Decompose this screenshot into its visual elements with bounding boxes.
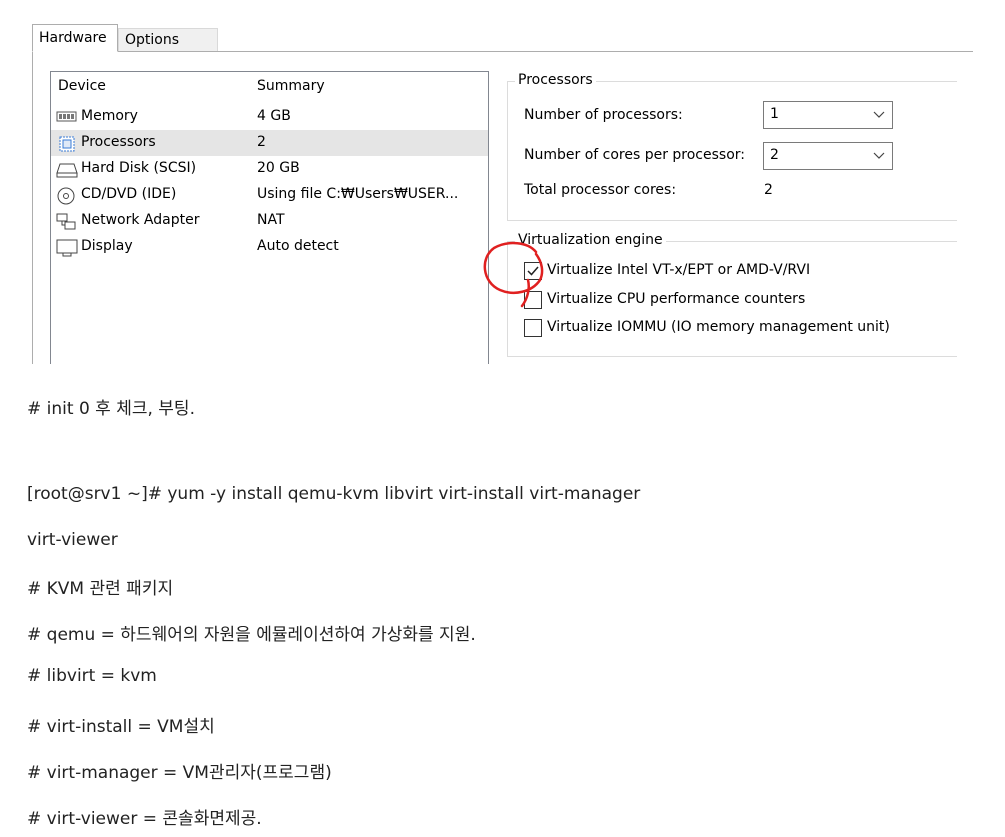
device-name: Memory [81, 108, 138, 124]
device-row-display[interactable]: Display Auto detect [51, 234, 488, 260]
device-name: Processors [81, 134, 156, 150]
device-row-network-adapter[interactable]: Network Adapter NAT [51, 208, 488, 234]
hard-disk-icon [56, 160, 78, 178]
blog-line: # virt-install = VM설치 [27, 717, 215, 737]
device-summary: 20 GB [257, 160, 300, 176]
device-name: Hard Disk (SCSI) [81, 160, 197, 176]
chevron-down-icon [872, 145, 886, 165]
memory-icon [56, 108, 77, 126]
num-processors-value: 1 [770, 106, 779, 122]
column-header-device[interactable]: Device [58, 78, 106, 94]
device-summary: Using file C:₩Users₩USER... [257, 186, 459, 202]
iommu-label[interactable]: Virtualize IOMMU (IO memory management u… [547, 319, 890, 335]
device-list[interactable]: Device Summary Memory 4 GB Processors 2 … [50, 71, 489, 364]
total-cores-value: 2 [764, 182, 773, 198]
device-summary: NAT [257, 212, 285, 228]
device-name: CD/DVD (IDE) [81, 186, 177, 202]
cores-per-processor-label: Number of cores per processor: [524, 147, 745, 163]
cores-per-processor-value: 2 [770, 147, 779, 163]
chevron-down-icon [872, 104, 886, 124]
device-row-hard-disk[interactable]: Hard Disk (SCSI) 20 GB [51, 156, 488, 182]
num-processors-select[interactable]: 1 [763, 101, 893, 129]
blog-line: # virt-manager = VM관리자(프로그램) [27, 763, 332, 783]
tab-options[interactable]: Options [118, 28, 218, 52]
device-summary: Auto detect [257, 238, 339, 254]
device-list-header: Device Summary [51, 78, 488, 98]
iommu-checkbox[interactable] [524, 319, 542, 337]
device-row-processors[interactable]: Processors 2 [51, 130, 488, 156]
cpu-counters-label[interactable]: Virtualize CPU performance counters [547, 291, 805, 307]
blog-line: # qemu = 하드웨어의 자원을 에뮬레이션하여 가상화를 지원. [27, 625, 476, 645]
red-circle-annotation [483, 241, 544, 308]
blog-line: # virt-viewer = 콘솔화면제공. [27, 809, 262, 829]
device-row-memory[interactable]: Memory 4 GB [51, 104, 488, 130]
device-summary: 4 GB [257, 108, 291, 124]
display-icon [56, 238, 78, 257]
blog-line: # libvirt = kvm [27, 666, 157, 686]
device-row-cd-dvd[interactable]: CD/DVD (IDE) Using file C:₩Users₩USER... [51, 182, 488, 208]
blog-line: virt-viewer [27, 530, 118, 550]
blog-line: # init 0 후 체크, 부팅. [27, 399, 195, 419]
tab-hardware[interactable]: Hardware [32, 24, 118, 52]
network-adapter-icon [56, 212, 76, 230]
column-header-summary[interactable]: Summary [257, 78, 325, 94]
processor-icon [56, 134, 76, 152]
num-processors-label: Number of processors: [524, 107, 683, 123]
device-name: Network Adapter [81, 212, 200, 228]
vtx-label[interactable]: Virtualize Intel VT-x/EPT or AMD-V/RVI [547, 262, 810, 278]
total-cores-label: Total processor cores: [524, 182, 677, 198]
cores-per-processor-select[interactable]: 2 [763, 142, 893, 170]
processors-group-title: Processors [515, 72, 596, 88]
blog-line: # KVM 관련 패키지 [27, 579, 174, 599]
cd-dvd-icon [56, 186, 76, 205]
blog-line: [root@srv1 ~]# yum -y install qemu-kvm l… [27, 484, 641, 504]
device-name: Display [81, 238, 133, 254]
device-summary: 2 [257, 134, 266, 150]
